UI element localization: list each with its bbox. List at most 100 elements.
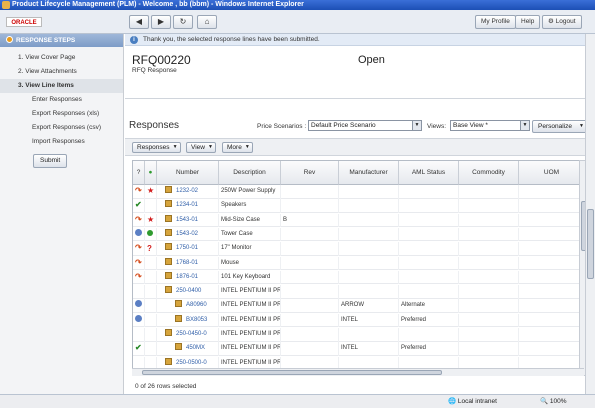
help-button[interactable]: Help	[515, 15, 541, 29]
item-number-link[interactable]: A80960	[186, 302, 207, 308]
table-row[interactable]: ↷ ★ 1543-01 Mid-Size Case B	[133, 213, 583, 228]
rows-selected-count: 0 of 26 rows selected	[135, 383, 197, 390]
table-row[interactable]: ↷? 1750-01 17" Monitor	[133, 242, 583, 256]
step-view-attachments[interactable]: 2. View Attachments	[0, 65, 123, 79]
table-row[interactable]: ✔ 450MX INTEL PENTIUM II PR INTEL Preferred	[133, 342, 583, 356]
item-icon	[165, 271, 172, 279]
response-steps-header: RESPONSE STEPS	[0, 34, 123, 47]
table-row[interactable]: ↷ 1768-01 Mouse	[133, 256, 583, 271]
substep-export-xls[interactable]: Export Responses (xls)	[0, 107, 123, 121]
home-button[interactable]: ⌂	[197, 15, 217, 29]
column-header-commodity[interactable]: Commodity	[459, 161, 519, 185]
cell-rev	[281, 185, 339, 199]
window-vertical-scrollbar[interactable]	[585, 34, 595, 394]
more-menu-button[interactable]: More ▼	[222, 142, 253, 153]
forward-button[interactable]: ▶	[151, 15, 171, 29]
substep-import-responses[interactable]: Import Responses	[0, 135, 123, 149]
cell-manufacturer: INTEL	[339, 313, 399, 328]
item-number-link[interactable]: 250-0450-0	[176, 331, 207, 337]
view-select[interactable]: Base View * ▼	[450, 120, 530, 131]
step-view-line-items[interactable]: 3. View Line Items	[0, 79, 123, 93]
table-row[interactable]: A80960 INTEL PENTIUM II PR ARROW Alternate	[133, 299, 583, 313]
my-profile-button[interactable]: My Profile	[475, 15, 516, 29]
green-dot-icon	[147, 229, 153, 236]
column-header-uom[interactable]: UOM	[519, 161, 583, 185]
item-number-link[interactable]: 1543-02	[176, 231, 198, 237]
cell-status: ★	[145, 213, 157, 228]
submit-button[interactable]: Submit	[33, 154, 68, 168]
table-row[interactable]: BX8053 INTEL PENTIUM II PR INTEL Preferred	[133, 313, 583, 328]
view-menu-button[interactable]: View ▼	[186, 142, 216, 153]
item-number-link[interactable]: 1232-02	[176, 188, 198, 194]
item-number-link[interactable]: 450MX	[186, 345, 205, 351]
table-row[interactable]: ↷ ★ 1232-02 250W Power Supply	[133, 185, 583, 199]
item-icon	[165, 243, 172, 251]
table-row[interactable]: 250-0400 INTEL PENTIUM II PR	[133, 285, 583, 299]
back-button[interactable]: ◀	[129, 15, 149, 29]
zoom-level[interactable]: 🔍 100%	[540, 395, 567, 408]
question-icon: ?	[147, 244, 152, 254]
logout-button[interactable]: ⚙ Logout	[542, 15, 582, 29]
cell-description: INTEL PENTIUM II PR	[219, 285, 281, 299]
item-number-link[interactable]: 250-0500-0	[176, 360, 207, 366]
window-scroll-thumb[interactable]	[587, 209, 594, 279]
cell-description: 101 Key Keyboard	[219, 270, 281, 285]
column-header-flag-label: ?	[136, 169, 141, 176]
cell-commodity	[459, 227, 519, 242]
cell-rev	[281, 342, 339, 356]
item-number-link[interactable]: 1768-01	[176, 260, 198, 266]
cell-rev	[281, 299, 339, 313]
cell-status	[145, 328, 157, 342]
cell-commodity	[459, 328, 519, 342]
grid-horizontal-scroll-thumb[interactable]	[142, 370, 442, 375]
substep-export-csv[interactable]: Export Responses (csv)	[0, 121, 123, 135]
chevron-down-icon: ▼	[244, 144, 250, 150]
cell-rev: B	[281, 213, 339, 228]
cell-flag	[133, 285, 145, 299]
cell-aml-status: Preferred	[399, 342, 459, 356]
item-number-link[interactable]: 1543-01	[176, 217, 198, 223]
cell-commodity	[459, 299, 519, 313]
item-icon	[165, 329, 172, 336]
column-header-manufacturer[interactable]: Manufacturer	[339, 161, 399, 185]
column-header-aml-status[interactable]: AML Status	[399, 161, 459, 185]
item-number-link[interactable]: 1876-01	[176, 274, 198, 280]
item-icon	[165, 186, 172, 193]
step-view-cover-page[interactable]: 1. View Cover Page	[0, 51, 123, 65]
column-header-aml-status-label: AML Status	[411, 169, 446, 176]
chevron-down-icon: ▼	[208, 144, 213, 150]
refresh-button[interactable]: ↻	[173, 15, 193, 29]
item-number-link[interactable]: 1234-01	[176, 202, 198, 208]
table-row[interactable]: 1543-02 Tower Case	[133, 227, 583, 242]
check-icon: ✔	[135, 200, 142, 210]
personalize-button[interactable]: Personalize ▼	[532, 120, 589, 133]
info-icon: i	[130, 36, 138, 44]
table-row[interactable]: 250-0450-0 INTEL PENTIUM II PR	[133, 328, 583, 342]
column-header-status[interactable]: ●	[145, 161, 157, 185]
column-header-number[interactable]: Number	[157, 161, 219, 185]
more-menu-label: More	[227, 144, 242, 151]
item-number-link[interactable]: 1750-01	[176, 245, 198, 251]
cell-rev	[281, 199, 339, 213]
cell-uom	[519, 285, 583, 299]
star-icon: ★	[147, 186, 155, 195]
item-number-link[interactable]: 250-0400	[176, 288, 201, 294]
column-header-rev[interactable]: Rev	[281, 161, 339, 185]
column-header-description-label: Description	[233, 169, 266, 176]
table-row[interactable]: ↷ 1876-01 101 Key Keyboard	[133, 270, 583, 285]
item-icon	[165, 228, 172, 236]
cell-description: Tower Case	[219, 227, 281, 242]
cell-aml-status: Preferred	[399, 313, 459, 328]
cell-number: 1234-01	[157, 199, 219, 213]
responses-grid: ? ● Number Description Rev Manufacturer …	[132, 160, 584, 376]
security-zone-label: Local intranet	[457, 398, 497, 405]
table-row[interactable]: ✔ 1234-01 Speakers	[133, 199, 583, 213]
item-number-link[interactable]: BX8053	[186, 317, 207, 323]
responses-menu-button[interactable]: Responses ▼	[132, 142, 181, 153]
column-header-flag[interactable]: ?	[133, 161, 145, 185]
substep-enter-responses[interactable]: Enter Responses	[0, 93, 123, 107]
grid-horizontal-scrollbar[interactable]	[132, 368, 584, 376]
rfq-number: RFQ00220	[132, 53, 191, 67]
price-scenario-select[interactable]: Default Price Scenario ▼	[308, 120, 422, 131]
column-header-description[interactable]: Description	[219, 161, 281, 185]
